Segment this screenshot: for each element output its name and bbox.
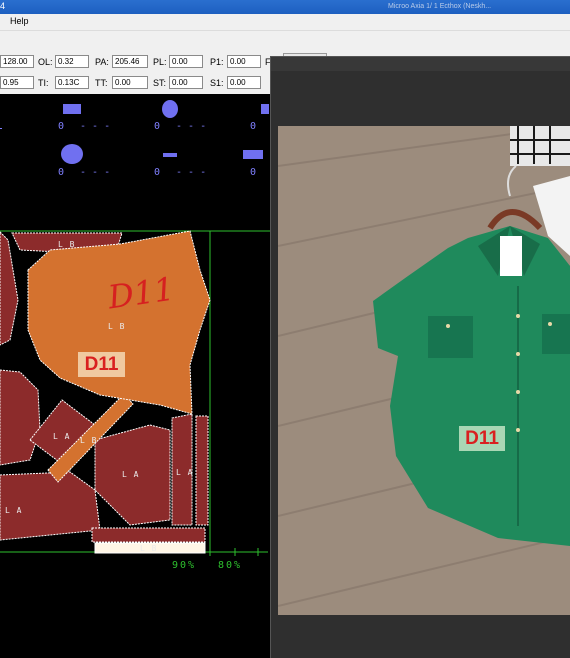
marker-zero: 0	[250, 121, 257, 132]
utilization-left: 90%	[172, 560, 197, 571]
field-p1[interactable]	[227, 55, 261, 68]
utilization-right: 80%	[218, 560, 243, 571]
marker-zero: 0	[58, 121, 65, 132]
marker-zero: 0	[250, 167, 257, 178]
style-code-tag-cad: D11	[78, 352, 125, 377]
param-field-1[interactable]	[0, 55, 34, 68]
label-s1: S1:	[210, 78, 224, 88]
marker-blob	[163, 153, 177, 157]
marker-canvas[interactable]: 0 - - - 0 - - - 0 0 - - - 0 - - - 0 L B …	[0, 94, 275, 658]
menu-bar: Help	[0, 14, 570, 31]
style-code-tag-photo: D11	[459, 426, 505, 451]
field-tt[interactable]	[112, 76, 148, 89]
marker-drawing	[0, 100, 275, 556]
marker-blob	[61, 144, 83, 164]
param-field-2[interactable]	[0, 76, 34, 89]
label-pl: PL:	[153, 57, 167, 67]
piece-label: L A	[122, 470, 140, 479]
label-p1: P1:	[210, 57, 224, 67]
window-title: Microo Axia 1/ 1 Ecthox (Neskh...	[388, 3, 492, 10]
marker-dashes: - - -	[176, 167, 207, 178]
field-s1[interactable]	[227, 76, 261, 89]
piece-label: L B	[140, 544, 158, 553]
marker-zero: 0	[154, 121, 161, 132]
pattern-piece	[91, 527, 206, 543]
pattern-piece	[195, 415, 209, 526]
viewer-header	[271, 57, 570, 71]
piece-label: L A	[5, 506, 23, 515]
label-ti: TI:	[38, 78, 49, 88]
marker-blob	[243, 150, 263, 159]
field-st[interactable]	[169, 76, 203, 89]
marker-blob	[63, 104, 81, 114]
marker-zero: 0	[154, 167, 161, 178]
piece-label: L B	[108, 322, 126, 331]
product-photo	[278, 126, 570, 615]
menu-help[interactable]: Help	[10, 16, 29, 26]
marker-zero: 0	[58, 167, 65, 178]
label-tt: TT:	[95, 78, 108, 88]
field-ol[interactable]	[55, 55, 89, 68]
title-bar: 4 Microo Axia 1/ 1 Ecthox (Neskh...	[0, 0, 570, 14]
pattern-piece	[0, 231, 19, 346]
marker-dashes: - - -	[80, 121, 111, 132]
label-st: ST:	[153, 78, 167, 88]
label-pa: PA:	[95, 57, 109, 67]
field-ti[interactable]	[55, 76, 89, 89]
field-pl[interactable]	[169, 55, 203, 68]
piece-label: L B	[80, 436, 98, 445]
marker-dashes: - - -	[176, 121, 207, 132]
marker-dashes: - - -	[80, 167, 111, 178]
marker-blob	[162, 100, 178, 118]
pattern-piece	[0, 369, 41, 466]
window-title-fragment: 4	[0, 1, 6, 11]
piece-label: L A	[53, 432, 71, 441]
field-pa[interactable]	[112, 55, 148, 68]
piece-label: L A	[176, 468, 194, 477]
piece-label: L B	[58, 240, 76, 249]
label-ol: OL:	[38, 57, 53, 67]
marker-blob	[261, 104, 269, 114]
